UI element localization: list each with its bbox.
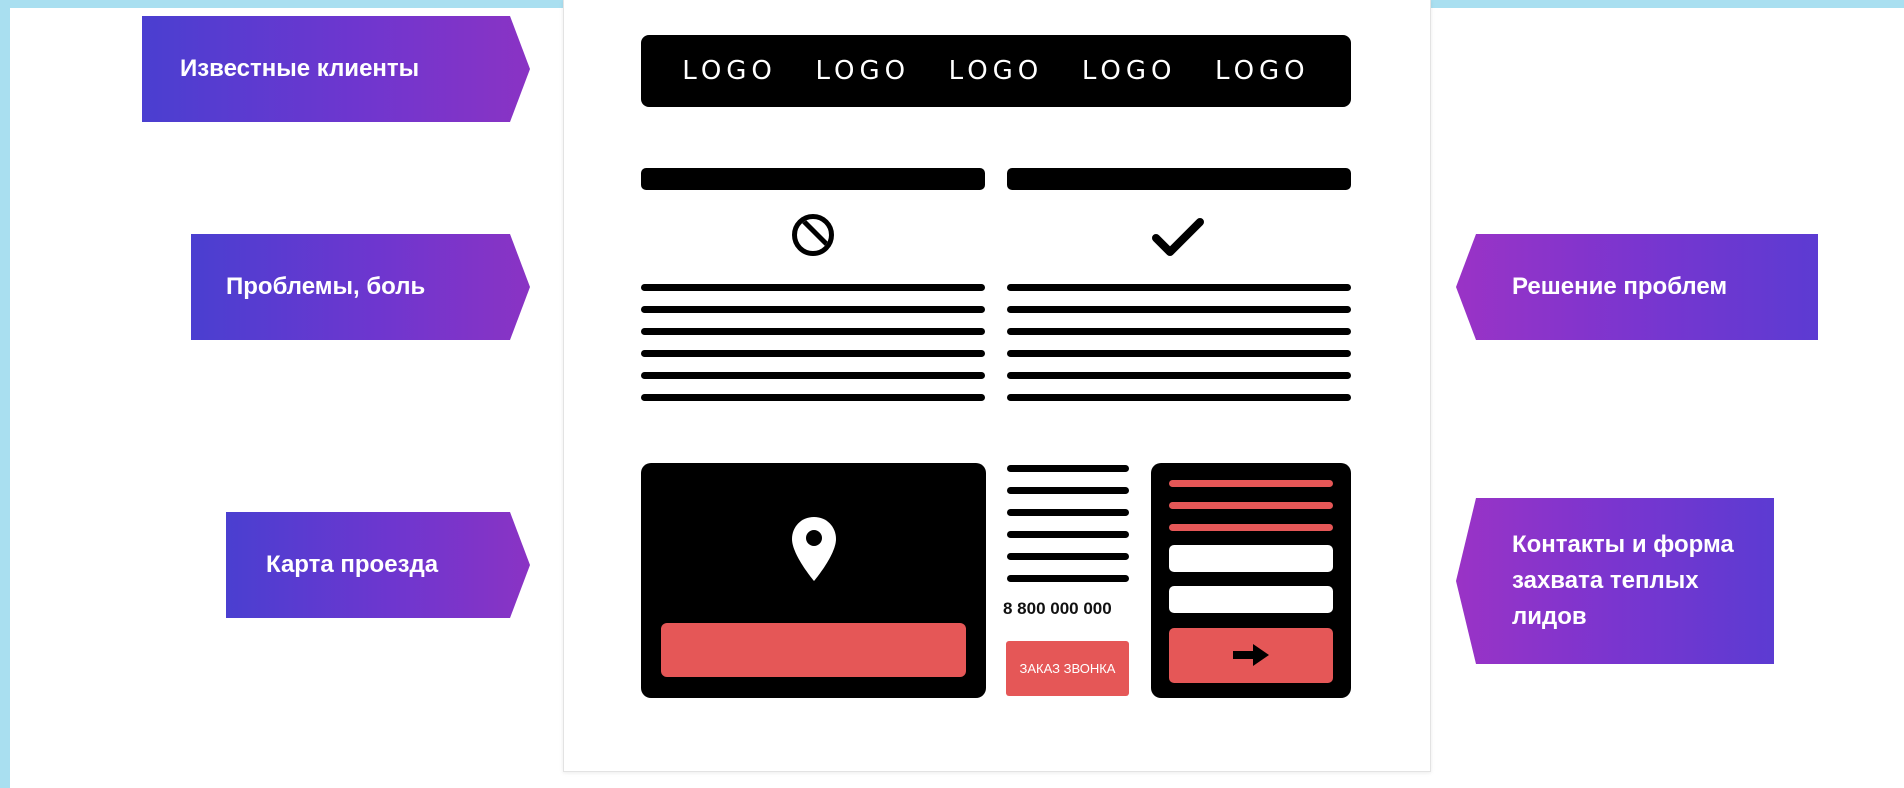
form-heading-line	[1169, 502, 1333, 509]
client-logos-bar: LOGO LOGO LOGO LOGO LOGO	[641, 35, 1351, 107]
label-text: Карта проезда	[266, 551, 439, 578]
phone-number: 8 800 000 000	[1003, 599, 1112, 618]
contact-text-line	[1007, 465, 1129, 472]
form-heading-line	[1169, 524, 1333, 531]
label-known-clients: Известные клиенты	[142, 16, 530, 122]
label-solution: Решение проблем	[1456, 234, 1818, 340]
solution-text-line	[1007, 328, 1351, 335]
solution-text-line	[1007, 372, 1351, 379]
map-block	[641, 463, 986, 698]
form-heading-line	[1169, 480, 1333, 487]
problems-text-line	[641, 284, 985, 291]
label-problems: Проблемы, боль	[191, 234, 530, 340]
solution-text-line	[1007, 284, 1351, 291]
client-logo: LOGO	[1215, 56, 1310, 86]
solution-text-line	[1007, 306, 1351, 313]
form-input-field[interactable]	[1169, 545, 1333, 572]
contact-text-line	[1007, 487, 1129, 494]
label-text: Решение проблем	[1512, 273, 1728, 300]
checkmark-icon	[1152, 218, 1204, 256]
arrow-right-icon	[1233, 644, 1269, 666]
solution-text-line	[1007, 394, 1351, 401]
contact-text-line	[1007, 531, 1129, 538]
prohibited-icon	[792, 214, 834, 256]
lead-form-block	[1151, 463, 1351, 698]
contact-text-line	[1007, 509, 1129, 516]
contact-text-line	[1007, 553, 1129, 560]
solution-text-line	[1007, 350, 1351, 357]
problems-text-line	[641, 394, 985, 401]
form-submit-button[interactable]	[1169, 628, 1333, 683]
problems-heading-bar	[641, 168, 985, 190]
problems-text-line	[641, 306, 985, 313]
label-text: Проблемы, боль	[226, 273, 426, 300]
form-input-field[interactable]	[1169, 586, 1333, 613]
problems-text-line	[641, 372, 985, 379]
label-text: Контакты и форма захвата теплых лидов	[1512, 531, 1734, 630]
problems-text-line	[641, 328, 985, 335]
contact-text-line	[1007, 575, 1129, 582]
solution-heading-bar	[1007, 168, 1351, 190]
label-contacts: Контакты и форма захвата теплых лидов	[1456, 498, 1774, 664]
location-pin-icon	[792, 517, 836, 581]
client-logo: LOGO	[682, 56, 777, 86]
problems-text-line	[641, 350, 985, 357]
client-logo: LOGO	[815, 56, 911, 86]
client-logo: LOGO	[948, 56, 1044, 86]
label-map: Карта проезда	[226, 512, 530, 618]
left-edge-strip	[0, 0, 10, 788]
callback-button[interactable]: ЗАКАЗ ЗВОНКА	[1006, 641, 1129, 696]
client-logo: LOGO	[1081, 56, 1177, 86]
label-text: Известные клиенты	[180, 55, 420, 82]
map-directions-button[interactable]	[661, 623, 966, 677]
